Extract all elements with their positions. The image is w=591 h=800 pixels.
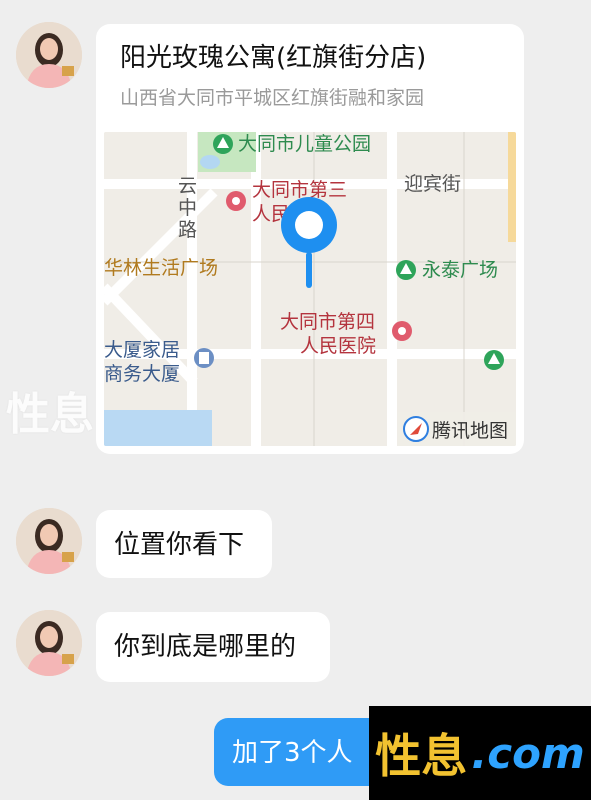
building-icon: [194, 348, 214, 368]
message-bubble[interactable]: 位置你看下: [96, 510, 272, 578]
park-icon: [213, 134, 233, 154]
avatar-photo: [16, 610, 82, 676]
hospital-icon: [226, 191, 246, 211]
map-label-hospital4-line2: 人民医院: [300, 335, 376, 357]
watermark-logo: 性息 .com: [369, 706, 591, 800]
location-title: 阳光玫瑰公寓(红旗街分店): [120, 43, 427, 73]
park-icon: [484, 350, 504, 370]
map-label-yingbin-street: 迎宾街: [404, 173, 461, 195]
map-provider-label: 腾讯地图: [432, 420, 508, 442]
map-label-yunzhong-2: 中: [178, 197, 197, 219]
avatar-photo: [16, 22, 82, 88]
message-bubble[interactable]: 你到底是哪里的: [96, 612, 330, 682]
tencent-map-logo: 腾讯地图: [398, 412, 516, 446]
watermark-overlay: 性息: [6, 389, 94, 440]
park-icon: [396, 260, 416, 280]
message-text: 加了3个人: [232, 738, 353, 768]
map-label-hospital3-line1: 大同市第三: [252, 179, 347, 201]
location-map[interactable]: 大同市儿童公园 大同市第三 人民医院 迎宾街 云 中 路 华林生活广场 永泰广场…: [104, 132, 516, 446]
map-label-yunzhong-3: 路: [178, 219, 197, 241]
hospital-icon: [392, 321, 412, 341]
message-text: 位置你看下: [114, 530, 245, 560]
avatar-photo: [16, 508, 82, 574]
map-label-hospital4-line1: 大同市第四: [280, 311, 375, 333]
location-address: 山西省大同市平城区红旗街融和家园: [120, 87, 425, 109]
map-label-dasha-line1: 大厦家居: [104, 339, 180, 361]
map-label-dasha-line2: 商务大厦: [104, 363, 180, 385]
location-message-card[interactable]: 阳光玫瑰公寓(红旗街分店) 山西省大同市平城区红旗街融和家园 大同市儿童公园 大…: [96, 24, 524, 454]
avatar[interactable]: [16, 508, 82, 574]
map-label-yongtai: 永泰广场: [422, 259, 498, 281]
avatar[interactable]: [16, 610, 82, 676]
message-text: 你到底是哪里的: [114, 632, 297, 662]
map-label-hualin: 华林生活广场: [104, 257, 218, 279]
map-label-yunzhong-1: 云: [178, 176, 197, 197]
map-label-park: 大同市儿童公园: [238, 133, 371, 155]
watermark-brand: 性息: [375, 729, 468, 783]
avatar[interactable]: [16, 22, 82, 88]
watermark-domain: .com: [471, 728, 585, 778]
